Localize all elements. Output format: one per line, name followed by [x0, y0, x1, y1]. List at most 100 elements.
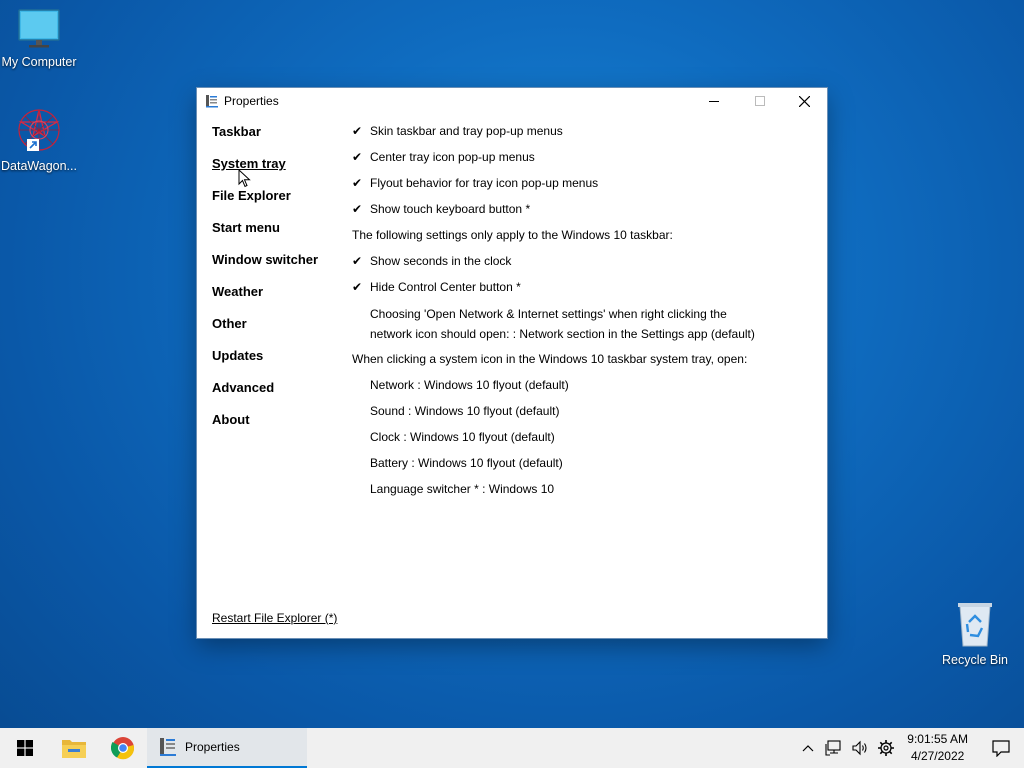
restart-explorer-link[interactable]: Restart File Explorer (*) — [212, 611, 337, 625]
taskbar-app-properties[interactable]: Properties — [147, 728, 307, 768]
setting-label: Hide Control Center button * — [370, 280, 521, 294]
window-title: Properties — [224, 94, 279, 108]
title-bar[interactable]: Properties — [197, 88, 827, 114]
setting-label: Choosing 'Open Network & Internet settin… — [370, 307, 727, 321]
nav-system-tray[interactable]: System tray — [212, 156, 318, 188]
close-icon — [798, 95, 810, 107]
setting-center-menus[interactable]: ✔ Center tray icon pop-up menus — [352, 146, 755, 172]
nav-label: Updates — [212, 348, 264, 363]
minimize-icon — [709, 101, 719, 102]
settings-nav: Taskbar System tray File Explorer Start … — [212, 124, 318, 444]
checkmark-icon: ✔ — [352, 150, 363, 164]
nav-file-explorer[interactable]: File Explorer — [212, 188, 318, 220]
chevron-up-icon — [802, 745, 814, 752]
nav-label: Taskbar — [212, 124, 261, 139]
settings-panel: ✔ Skin taskbar and tray pop-up menus ✔ C… — [352, 120, 755, 504]
minimize-button[interactable] — [691, 88, 737, 114]
nav-weather[interactable]: Weather — [212, 284, 318, 316]
system-tray: 9:01:55 AM 4/27/2022 — [795, 728, 1024, 768]
monitor-icon — [18, 9, 60, 48]
desktop-icon-label: My Computer — [1, 55, 77, 69]
checkmark-icon: ✔ — [352, 280, 363, 294]
nav-label: Advanced — [212, 380, 275, 395]
maximize-button[interactable] — [737, 88, 783, 114]
setting-label: Skin taskbar and tray pop-up menus — [370, 124, 563, 138]
desktop-icon-datawagon[interactable]: DataWagon... — [0, 106, 81, 173]
desktop-icon-recycle-bin[interactable]: Recycle Bin — [933, 600, 1017, 667]
settings-tray-button[interactable] — [873, 728, 899, 768]
setting-network-choice[interactable]: Choosing 'Open Network & Internet settin… — [352, 302, 755, 344]
checkmark-icon: ✔ — [352, 254, 363, 268]
show-hidden-icons-button[interactable] — [795, 728, 821, 768]
nav-label: Window switcher — [212, 252, 319, 267]
taskbar: Properties 9:01:55 AM 4/27/2022 — [0, 728, 1024, 768]
section-note: When clicking a system icon in the Windo… — [352, 352, 748, 366]
taskbar-app-label: Properties — [185, 740, 240, 754]
recycle-bin-icon — [958, 603, 992, 647]
checkmark-icon: ✔ — [352, 124, 363, 138]
setting-label: Language switcher * : Windows 10 — [370, 482, 555, 496]
nav-window-switcher[interactable]: Window switcher — [212, 252, 318, 284]
app-icon — [206, 95, 218, 108]
setting-label: Flyout behavior for tray icon pop-up men… — [370, 176, 599, 190]
speaker-icon — [852, 740, 867, 756]
nav-about[interactable]: About — [212, 412, 318, 444]
nav-label: Weather — [212, 284, 264, 299]
setting-clock-flyout[interactable]: Clock : Windows 10 flyout (default) — [352, 426, 755, 452]
setting-label: Show touch keyboard button * — [370, 202, 531, 216]
maximize-icon — [755, 96, 765, 106]
setting-sound-flyout[interactable]: Sound : Windows 10 flyout (default) — [352, 400, 755, 426]
checkmark-icon: ✔ — [352, 202, 363, 216]
setting-battery-flyout[interactable]: Battery : Windows 10 flyout (default) — [352, 452, 755, 478]
windows-logo-icon — [16, 740, 33, 756]
properties-window: Properties Taskbar System tray File Expl… — [197, 88, 827, 638]
notification-icon — [992, 739, 1010, 757]
taskbar-chrome[interactable] — [98, 728, 147, 768]
desktop-icon-label: DataWagon... — [1, 159, 77, 173]
clock-time: 9:01:55 AM — [907, 732, 968, 746]
desktop-icon-label: Recycle Bin — [942, 653, 1008, 667]
system-icon-note: When clicking a system icon in the Windo… — [352, 348, 755, 374]
volume-tray-button[interactable] — [847, 728, 873, 768]
taskbar-file-explorer[interactable] — [49, 728, 98, 768]
setting-language-switcher[interactable]: Language switcher * : Windows 10 — [352, 478, 755, 504]
app-icon — [160, 738, 176, 756]
setting-skin-menus[interactable]: ✔ Skin taskbar and tray pop-up menus — [352, 120, 755, 146]
setting-label: Show seconds in the clock — [370, 254, 512, 268]
setting-show-seconds[interactable]: ✔ Show seconds in the clock — [352, 250, 755, 276]
mouse-cursor-icon — [238, 169, 251, 188]
nav-other[interactable]: Other — [212, 316, 318, 348]
taskbar-clock[interactable]: 9:01:55 AM 4/27/2022 — [907, 731, 968, 765]
nav-taskbar[interactable]: Taskbar — [212, 124, 318, 156]
setting-touch-keyboard[interactable]: ✔ Show touch keyboard button * — [352, 198, 755, 224]
nav-label: Start menu — [212, 220, 280, 235]
nav-updates[interactable]: Updates — [212, 348, 318, 380]
desktop-icon-my-computer[interactable]: My Computer — [0, 8, 81, 69]
action-center-button[interactable] — [978, 728, 1024, 768]
network-tray-button[interactable] — [821, 728, 847, 768]
checkmark-icon: ✔ — [352, 176, 363, 190]
setting-label: network icon should open: : Network sect… — [370, 327, 755, 341]
win10-note: The following settings only apply to the… — [352, 224, 755, 250]
setting-flyout-behavior[interactable]: ✔ Flyout behavior for tray icon pop-up m… — [352, 172, 755, 198]
gear-icon — [878, 740, 895, 756]
nav-label: About — [212, 412, 250, 427]
nav-label: Other — [212, 316, 247, 331]
nav-advanced[interactable]: Advanced — [212, 380, 318, 412]
setting-network-flyout[interactable]: Network : Windows 10 flyout (default) — [352, 374, 755, 400]
section-note: The following settings only apply to the… — [352, 228, 673, 242]
setting-hide-control-center[interactable]: ✔ Hide Control Center button * — [352, 276, 755, 302]
setting-label: Center tray icon pop-up menus — [370, 150, 535, 164]
setting-label: Clock : Windows 10 flyout (default) — [370, 430, 555, 444]
datawagon-icon — [18, 109, 60, 151]
setting-label: Network : Windows 10 flyout (default) — [370, 378, 569, 392]
nav-start-menu[interactable]: Start menu — [212, 220, 318, 252]
nav-label: File Explorer — [212, 188, 291, 203]
close-button[interactable] — [781, 88, 827, 114]
network-icon — [825, 740, 841, 756]
start-button[interactable] — [0, 728, 49, 768]
folder-icon — [61, 740, 86, 758]
setting-label: Sound : Windows 10 flyout (default) — [370, 404, 560, 418]
clock-date: 4/27/2022 — [910, 749, 965, 763]
chrome-icon — [110, 737, 134, 760]
